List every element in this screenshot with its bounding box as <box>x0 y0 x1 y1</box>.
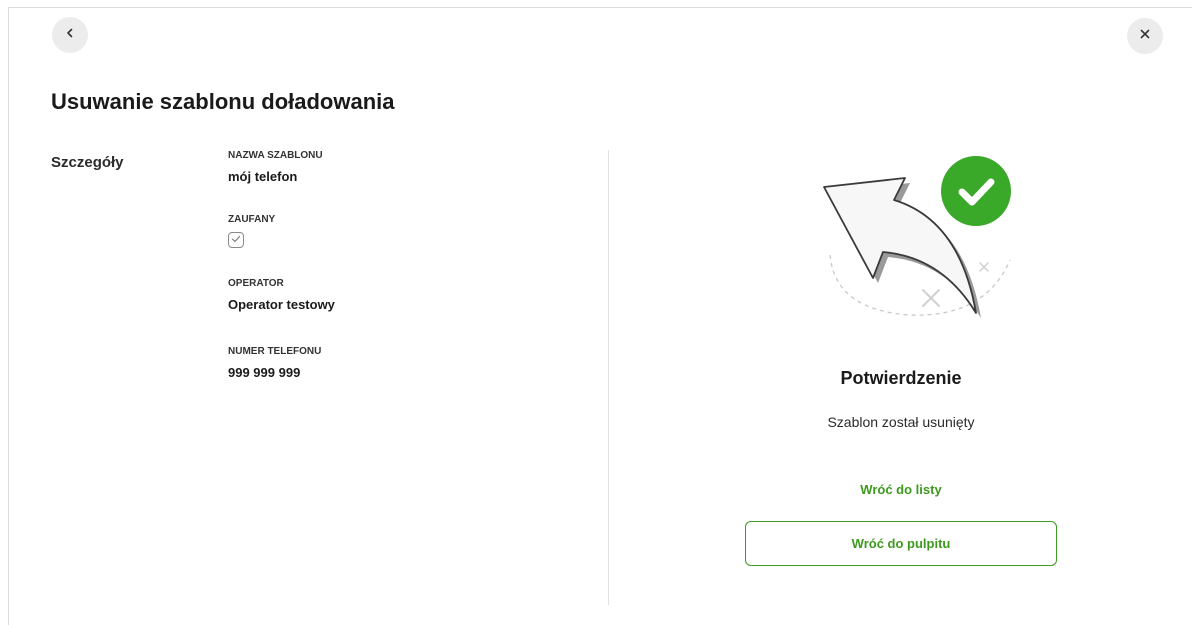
field-phone-number: NUMER TELEFONU 999 999 999 <box>228 346 321 380</box>
field-trusted: ZAUFANY <box>228 214 275 248</box>
back-button[interactable] <box>52 17 88 53</box>
check-icon <box>231 231 241 249</box>
field-label: OPERATOR <box>228 278 284 289</box>
trusted-checkbox <box>228 232 244 248</box>
close-icon <box>1139 27 1151 45</box>
confirmation-title: Potwierdzenie <box>840 368 962 388</box>
field-value: 999 999 999 <box>228 365 301 380</box>
field-template-name: NAZWA SZABLONU mój telefon <box>228 150 323 184</box>
confirmation-message: Szablon został usunięty <box>827 414 975 430</box>
field-value: mój telefon <box>228 169 298 184</box>
field-label: NUMER TELEFONU <box>228 346 322 357</box>
column-divider <box>608 150 609 605</box>
undo-arrow-success-illustration <box>815 150 1025 325</box>
back-to-list-link[interactable]: Wróć do listy <box>610 482 1192 497</box>
back-to-dashboard-button[interactable]: Wróć do pulpitu <box>745 521 1057 566</box>
chevron-left-icon <box>64 26 76 44</box>
page-title: Usuwanie szablonu doładowania <box>51 89 395 114</box>
field-label: NAZWA SZABLONU <box>228 150 323 161</box>
field-operator: OPERATOR Operator testowy <box>228 278 335 312</box>
close-button[interactable] <box>1127 18 1163 54</box>
details-section-label: Szczegóły <box>51 154 124 171</box>
field-value: Operator testowy <box>228 297 335 312</box>
field-label: ZAUFANY <box>228 214 276 225</box>
